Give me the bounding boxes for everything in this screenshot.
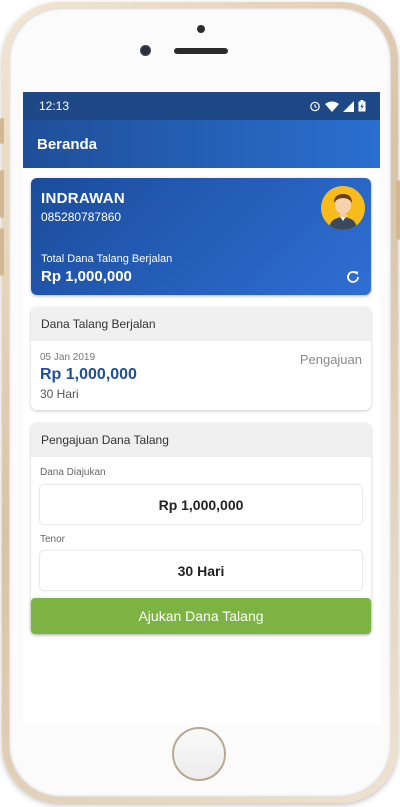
loan-tenor: 30 Hari (40, 387, 79, 401)
user-phone: 085280787860 (41, 210, 122, 224)
alarm-icon (310, 101, 320, 112)
amount-label: Dana Diajukan (40, 467, 106, 478)
submit-loan-button[interactable]: Ajukan Dana Talang (31, 598, 371, 634)
home-button[interactable] (172, 727, 226, 781)
loan-status: Pengajuan (299, 352, 362, 367)
page-title: Beranda (37, 135, 98, 153)
cellular-signal-icon (343, 100, 354, 112)
status-icons (309, 100, 366, 112)
app-screen: 12:13 Beranda INDRAWAN 085280787860 Tota… (23, 92, 380, 725)
total-label: Total Dana Talang Berjalan (41, 253, 173, 265)
profile-card: INDRAWAN 085280787860 Total Dana Talang … (31, 178, 371, 295)
front-camera (140, 45, 151, 56)
status-bar: 12:13 (23, 92, 380, 120)
avatar[interactable] (321, 186, 365, 230)
app-bar: Beranda (23, 120, 380, 168)
application-header: Pengajuan Dana Talang (31, 423, 371, 457)
running-loan-header: Dana Talang Berjalan (31, 307, 371, 341)
wifi-icon (325, 101, 339, 112)
mute-switch (0, 118, 4, 144)
proximity-sensor (197, 25, 205, 33)
battery-charging-icon (358, 100, 366, 112)
loan-amount: Rp 1,000,000 (40, 366, 137, 383)
loan-date: 05 Jan 2019 (40, 352, 96, 363)
user-name: INDRAWAN (41, 190, 126, 207)
total-value: Rp 1,000,000 (41, 268, 132, 285)
volume-down-button (0, 228, 4, 276)
tenor-field[interactable]: 30 Hari (40, 551, 362, 590)
power-button (396, 180, 400, 240)
user-avatar-icon (321, 186, 365, 230)
status-time: 12:13 (39, 99, 70, 113)
volume-up-button (0, 170, 4, 218)
earpiece-speaker (174, 48, 228, 54)
running-loan-card[interactable]: Dana Talang Berjalan 05 Jan 2019 Pengaju… (31, 307, 371, 410)
tenor-label: Tenor (40, 534, 66, 545)
amount-field[interactable]: Rp 1,000,000 (40, 485, 362, 524)
refresh-icon[interactable] (345, 269, 361, 285)
